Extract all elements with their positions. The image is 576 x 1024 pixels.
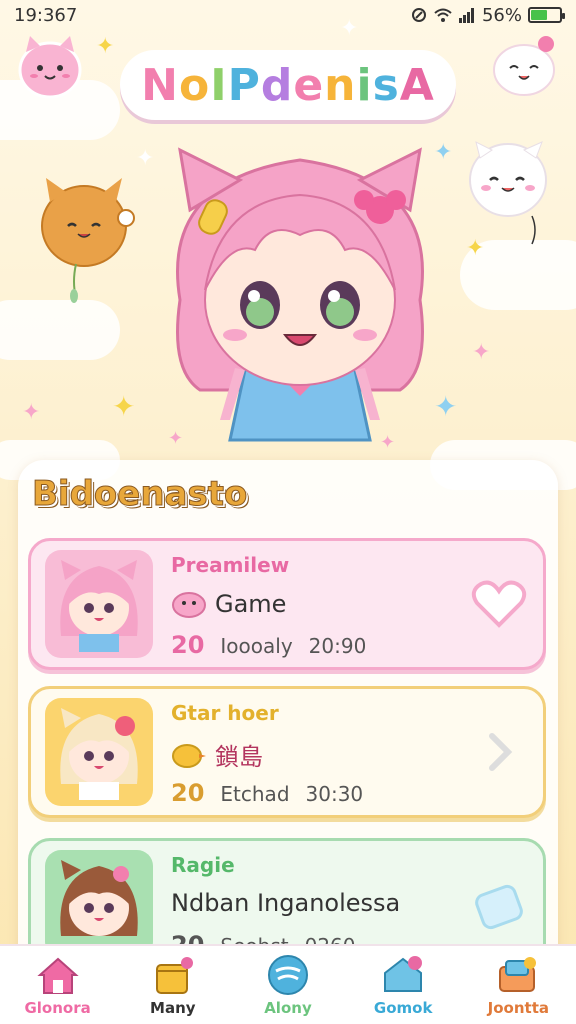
white-ghost-cat-mascot [469,141,547,245]
status-bar: 19:367 56% [0,0,576,30]
card-time: 20:90 [308,634,367,658]
card-label: Ragie [171,853,235,877]
nav-label: Joontta [487,999,550,1017]
card-name-row: 鎖島 [171,737,263,772]
status-icons: 56% [410,4,565,26]
wifi-icon [434,8,452,22]
card-meta-text: Ioooaly [220,634,293,658]
nav-item-swirl[interactable]: Alony [238,953,338,1017]
card-time: 30:30 [305,782,364,806]
gift-button[interactable] [469,874,529,934]
sparkle-icon: ✦ [340,16,359,41]
duck-icon [172,743,206,768]
gift-icon [475,884,523,930]
app-title-text: NoIPdenisA [141,59,435,111]
pink-cat-mascot [18,36,82,99]
nav-label: Many [150,999,196,1017]
sparkle-icon: ✦ [96,34,115,59]
battery-icon [528,7,565,23]
sparkle-icon: ✦ [112,390,136,423]
status-time: 19:367 [14,4,78,26]
home-icon [36,957,79,994]
card-name: 鎖島 [215,743,263,771]
favorite-button[interactable] [469,574,529,634]
box-icon [155,957,193,994]
bottom-nav: Glonora Many Alony Gomok Joontta [0,944,576,1024]
sparkle-icon: ✦ [472,340,491,365]
card-name-row: Ndban Inganolessa [171,889,400,917]
nav-label: Alony [264,999,312,1017]
card-label: Gtar hoer [171,701,279,725]
list-card[interactable]: Preamilew Game 20 Ioooaly 20:90 [28,538,546,670]
heart-icon [471,580,527,628]
circle-swirl-icon [267,955,308,995]
chat-icon [499,957,537,992]
card-meta: 20 Ioooaly 20:90 [171,631,366,659]
card-meta-text: Etchad [220,782,290,806]
avatar [45,550,153,658]
card-label: Preamilew [171,553,290,577]
nav-item-mail[interactable]: Gomok [353,953,453,1017]
section-title: Bidoenasto [31,474,248,515]
nav-label: Glonora [24,999,91,1017]
open-button[interactable] [469,722,529,782]
card-number: 20 [171,779,205,807]
white-bunny-mascot [493,36,555,96]
card-name: Game [215,590,287,618]
game-controller-icon [172,592,206,618]
chevron-right-icon [489,733,513,771]
mail-icon [384,956,423,992]
app-title-logo: NoIPdenisA [120,50,456,120]
card-number: 20 [171,631,205,659]
nav-item-box[interactable]: Many [123,953,223,1017]
sparkle-icon: ✦ [22,400,41,425]
hero-character-illustration [176,147,424,442]
avatar [45,698,153,806]
nav-label: Gomok [373,999,433,1017]
nav-item-chat[interactable]: Joontta [468,953,568,1017]
nfc-icon [411,8,426,22]
avatar [45,850,153,958]
card-name: Ndban Inganolessa [171,889,401,917]
orange-cat-balloon-mascot [41,178,135,303]
card-name-row: Game [171,589,286,619]
list-card[interactable]: Gtar hoer 鎖島 20 Etchad 30:30 [28,686,546,818]
nav-item-home[interactable]: Glonora [8,953,108,1017]
card-meta: 20 Etchad 30:30 [171,779,363,807]
signal-icon [458,8,474,23]
battery-percent: 56% [481,4,522,26]
